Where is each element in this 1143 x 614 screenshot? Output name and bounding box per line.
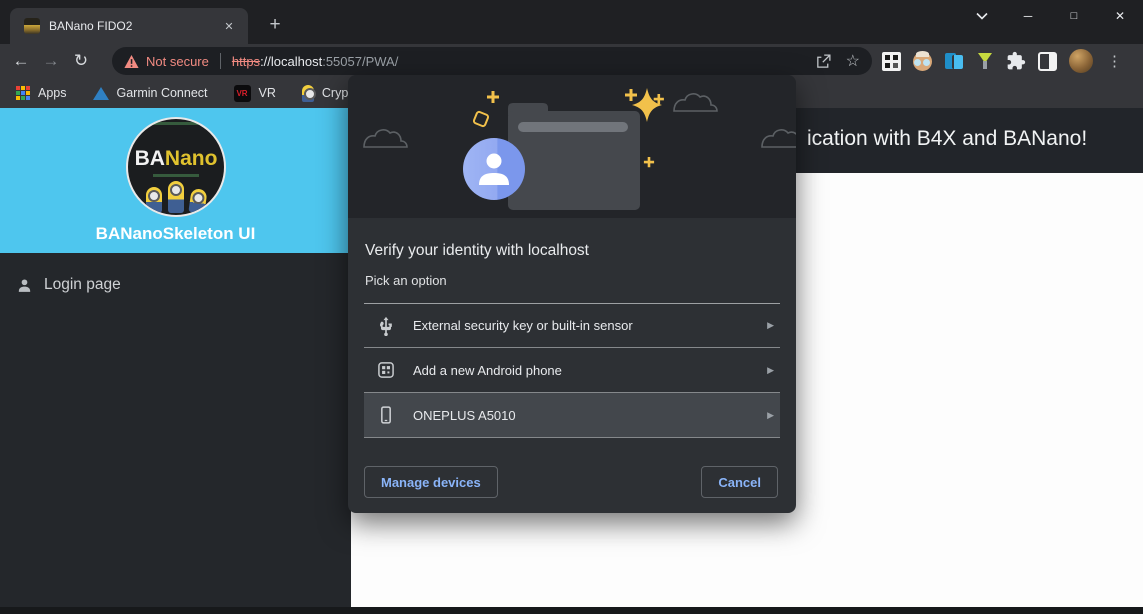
bookmark-star-icon[interactable]: ☆ <box>846 51 860 71</box>
usb-icon <box>380 316 392 336</box>
bookmark-label: VR <box>258 86 276 100</box>
sidebar: BANano BANanoSkeleton UI Login page <box>0 108 351 614</box>
url-separator: :// <box>260 53 271 69</box>
address-bar[interactable]: Not secure https://localhost:55057/PWA/ … <box>112 47 872 75</box>
browser-window: BANano FIDO2 ✕ + ─ □ ✕ ← → ↻ Not secure … <box>0 0 1143 614</box>
person-icon <box>18 278 31 292</box>
logo-text-nano: Nano <box>164 147 218 170</box>
identity-illustration <box>348 75 796 218</box>
side-panel-icon[interactable] <box>1038 51 1057 71</box>
devices-extension-icon[interactable] <box>944 51 964 71</box>
tab-favicon-icon <box>24 18 40 34</box>
manage-devices-button[interactable]: Manage devices <box>364 466 498 498</box>
sidebar-item-label: Login page <box>44 276 121 293</box>
bookmark-garmin-connect[interactable]: Garmin Connect <box>92 86 208 100</box>
apps-grid-icon <box>16 86 30 100</box>
vr-badge-icon: VR <box>233 84 251 102</box>
minion-favicon-icon <box>301 84 316 102</box>
url-host: localhost <box>270 53 323 69</box>
browser-toolbar: ← → ↻ Not secure https://localhost:55057… <box>0 44 1143 78</box>
logo-minions <box>128 181 224 214</box>
window-controls: ─ □ ✕ <box>959 0 1143 32</box>
bookmark-vr[interactable]: VR VR <box>233 84 276 102</box>
phone-icon <box>381 406 391 424</box>
funnel-extension-icon[interactable] <box>976 51 994 71</box>
extensions-row: ⋮ <box>882 44 1122 78</box>
minion-icon <box>188 188 208 214</box>
tab-close-icon[interactable]: ✕ <box>220 17 238 35</box>
option-label: External security key or built-in sensor <box>413 318 633 333</box>
back-button[interactable]: ← <box>6 47 36 75</box>
logo-code-decoration <box>153 174 199 177</box>
sidebar-brand-header: BANano BANanoSkeleton UI <box>0 108 351 253</box>
url-path: :55057/PWA/ <box>322 53 399 69</box>
dialog-subtitle: Pick an option <box>365 273 447 288</box>
window-maximize-button[interactable]: □ <box>1051 0 1097 32</box>
omnibox-divider <box>219 53 221 69</box>
chevron-right-icon: ▶ <box>767 320 774 330</box>
qr-extension-icon[interactable] <box>882 51 901 71</box>
window-minimize-button[interactable]: ─ <box>1005 0 1051 32</box>
new-tab-button[interactable]: + <box>262 12 288 38</box>
bookmark-apps[interactable]: Apps <box>16 86 67 100</box>
window-close-button[interactable]: ✕ <box>1097 0 1143 32</box>
page-header-text: ication with B4X and BANano! <box>807 127 1088 150</box>
chevron-right-icon: ▶ <box>767 409 774 420</box>
forward-button[interactable]: → <box>36 47 66 75</box>
garmin-triangle-icon <box>92 86 109 100</box>
dialog-title: Verify your identity with localhost <box>365 242 589 259</box>
sidebar-item-login-page[interactable]: Login page <box>0 268 351 302</box>
tab-title: BANano FIDO2 <box>49 19 133 33</box>
webauthn-dialog: Verify your identity with localhost Pick… <box>348 75 796 513</box>
option-label: ONEPLUS A5010 <box>413 407 516 423</box>
option-oneplus-phone[interactable]: ONEPLUS A5010 ▶ <box>364 393 780 438</box>
dialog-options-list: External security key or built-in sensor… <box>364 303 780 438</box>
profile-avatar[interactable] <box>1069 49 1093 73</box>
logo-text-ba: BA <box>134 147 165 170</box>
logo-code-decoration <box>153 122 199 125</box>
not-secure-warning-icon <box>124 54 139 68</box>
bookmark-label: Apps <box>38 86 67 100</box>
minion-icon <box>146 187 162 213</box>
share-icon[interactable] <box>815 53 832 70</box>
browser-tab[interactable]: BANano FIDO2 ✕ <box>10 8 248 44</box>
option-add-android-phone[interactable]: Add a new Android phone ▶ <box>364 348 780 393</box>
cancel-button[interactable]: Cancel <box>701 466 778 498</box>
minion-icon <box>168 181 184 213</box>
extensions-puzzle-icon[interactable] <box>1006 51 1026 71</box>
logo-text: BANano <box>128 147 224 171</box>
not-secure-label[interactable]: Not secure <box>146 54 209 69</box>
bookmark-label: Garmin Connect <box>116 86 208 100</box>
chevron-right-icon: ▶ <box>767 364 774 375</box>
android-phone-add-icon <box>378 362 394 378</box>
tab-strip: BANano FIDO2 ✕ + ─ □ ✕ <box>0 0 1143 44</box>
search-tabs-chevron-icon[interactable] <box>959 0 1005 32</box>
url-scheme: https <box>231 53 261 69</box>
app-title: BANanoSkeleton UI <box>95 224 256 243</box>
option-label: Add a new Android phone <box>413 362 562 378</box>
banano-logo: BANano <box>126 117 226 217</box>
menu-kebab-icon[interactable]: ⋮ <box>1107 52 1122 70</box>
window-bottom-edge <box>0 607 1143 614</box>
reload-button[interactable]: ↻ <box>66 47 96 75</box>
url-text[interactable]: https://localhost:55057/PWA/ <box>232 54 398 69</box>
persona-extension-icon[interactable] <box>913 50 932 71</box>
option-security-key[interactable]: External security key or built-in sensor… <box>364 303 780 348</box>
